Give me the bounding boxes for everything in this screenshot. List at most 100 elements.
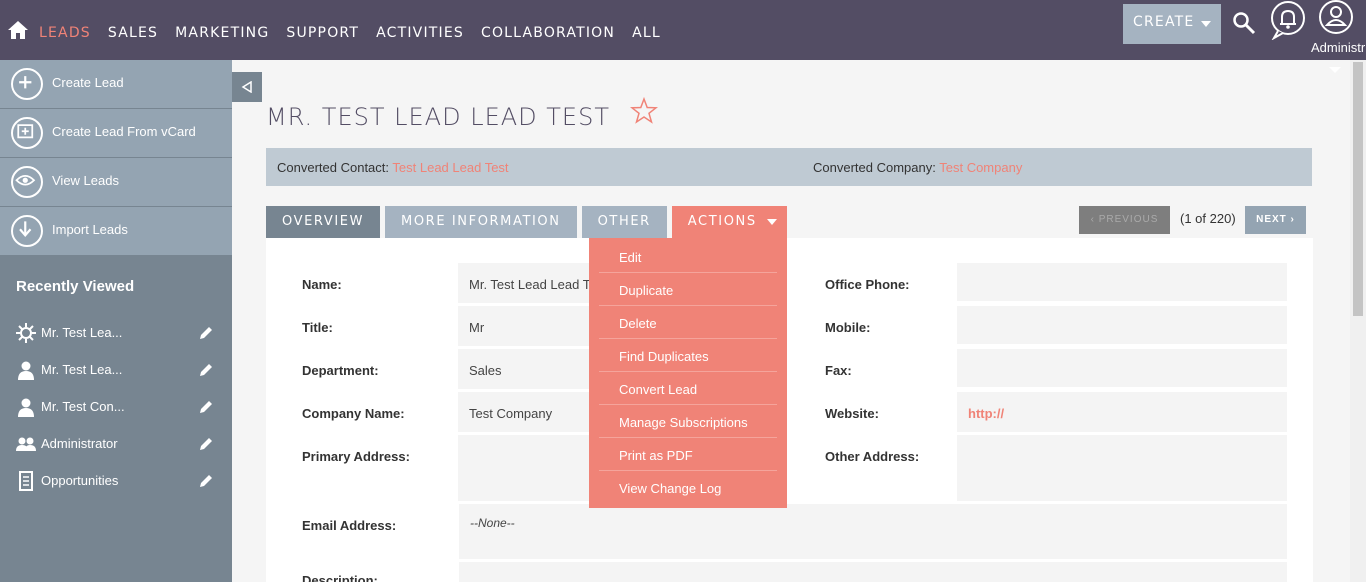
office-phone-label: Office Phone: bbox=[825, 277, 910, 292]
converted-contact-label: Converted Contact: bbox=[277, 160, 390, 175]
recent-item-label: Mr. Test Lea... bbox=[41, 325, 123, 340]
menu-item-duplicate[interactable]: Duplicate bbox=[599, 273, 777, 306]
caret-down-icon bbox=[766, 219, 777, 225]
nav-marketing[interactable]: MARKETING bbox=[175, 24, 269, 42]
plus-circle-icon bbox=[11, 68, 43, 100]
recent-item[interactable]: Opportunities bbox=[0, 465, 232, 502]
edit-pencil-icon[interactable] bbox=[198, 325, 214, 341]
users-icon bbox=[16, 437, 36, 451]
chevron-left-icon: ‹ bbox=[1090, 214, 1099, 225]
recent-item-label: Opportunities bbox=[41, 473, 119, 488]
department-label: Department: bbox=[302, 363, 379, 378]
scrollbar-thumb[interactable] bbox=[1353, 62, 1363, 316]
sidebar: Create Lead Create Lead From vCard View … bbox=[0, 60, 232, 582]
previous-button[interactable]: ‹ PREVIOUS bbox=[1079, 206, 1170, 234]
edit-pencil-icon[interactable] bbox=[198, 473, 214, 489]
nav-leads[interactable]: LEADS bbox=[39, 24, 91, 42]
caret-down-icon bbox=[1329, 67, 1341, 73]
email-address-label: Email Address: bbox=[302, 518, 397, 533]
module-nav: LEADS SALES MARKETING SUPPORT ACTIVITIES… bbox=[39, 24, 678, 42]
search-icon[interactable] bbox=[1232, 11, 1256, 35]
download-icon bbox=[11, 215, 43, 247]
previous-label: PREVIOUS bbox=[1098, 214, 1159, 225]
pager-count: (1 of 220) bbox=[1180, 211, 1236, 226]
tab-overview[interactable]: OVERVIEW bbox=[266, 206, 381, 238]
primary-address-label: Primary Address: bbox=[302, 449, 410, 464]
converted-company-label: Converted Company: bbox=[813, 160, 936, 175]
sidebar-item-import-leads[interactable]: Import Leads bbox=[0, 207, 232, 256]
recent-item-label: Mr. Test Lea... bbox=[41, 362, 123, 377]
notification-bell-icon[interactable] bbox=[1270, 0, 1306, 40]
tab-more-information[interactable]: MORE INFORMATION bbox=[385, 206, 577, 238]
mobile-label: Mobile: bbox=[825, 320, 871, 335]
menu-item-delete[interactable]: Delete bbox=[599, 306, 777, 339]
description-value bbox=[459, 562, 1287, 582]
user-menu-label[interactable]: Administr bbox=[1311, 40, 1365, 55]
user-avatar-icon[interactable] bbox=[1318, 0, 1354, 34]
nav-all[interactable]: ALL bbox=[632, 24, 661, 42]
company-name-label: Company Name: bbox=[302, 406, 405, 421]
page-title: MR. TEST LEAD LEAD TEST bbox=[266, 103, 610, 131]
recent-item[interactable]: Mr. Test Lea... bbox=[0, 317, 232, 354]
recently-viewed-heading: Recently Viewed bbox=[16, 278, 135, 295]
tab-other[interactable]: OTHER bbox=[581, 206, 667, 238]
fax-value bbox=[957, 349, 1287, 387]
recent-item-label: Administrator bbox=[41, 436, 118, 451]
nav-support[interactable]: SUPPORT bbox=[286, 24, 359, 42]
menu-item-print-as-pdf[interactable]: Print as PDF bbox=[599, 438, 777, 471]
nav-sales[interactable]: SALES bbox=[108, 24, 158, 42]
other-address-value bbox=[957, 435, 1287, 501]
menu-item-convert-lead[interactable]: Convert Lead bbox=[599, 372, 777, 405]
nav-activities[interactable]: ACTIVITIES bbox=[376, 24, 464, 42]
recent-item[interactable]: Mr. Test Lea... bbox=[0, 354, 232, 391]
converted-company-link[interactable]: Test Company bbox=[939, 160, 1022, 175]
menu-item-manage-subscriptions[interactable]: Manage Subscriptions bbox=[599, 405, 777, 438]
recent-item[interactable]: Administrator bbox=[0, 428, 232, 465]
edit-pencil-icon[interactable] bbox=[198, 362, 214, 378]
detail-panel: Name: Mr. Test Lead Lead Test Title: Mr … bbox=[266, 238, 1313, 582]
edit-pencil-icon[interactable] bbox=[198, 399, 214, 415]
fax-label: Fax: bbox=[825, 363, 852, 378]
document-icon bbox=[19, 471, 33, 491]
menu-item-edit[interactable]: Edit bbox=[599, 240, 777, 273]
create-label: CREATE bbox=[1133, 14, 1195, 30]
converted-info-bar: Converted Contact: Test Lead Lead Test C… bbox=[266, 148, 1312, 186]
menu-item-find-duplicates[interactable]: Find Duplicates bbox=[599, 339, 777, 372]
converted-contact-link[interactable]: Test Lead Lead Test bbox=[392, 160, 508, 175]
home-icon[interactable] bbox=[7, 19, 29, 41]
name-label: Name: bbox=[302, 277, 342, 292]
sidebar-item-label: Create Lead bbox=[52, 75, 124, 90]
top-navbar: LEADS SALES MARKETING SUPPORT ACTIVITIES… bbox=[0, 0, 1366, 60]
recent-item[interactable]: Mr. Test Con... bbox=[0, 391, 232, 428]
sidebar-actions: Create Lead Create Lead From vCard View … bbox=[0, 60, 232, 256]
company-name-value: Test Company bbox=[458, 392, 608, 432]
sidebar-item-create-lead[interactable]: Create Lead bbox=[0, 60, 232, 109]
create-button[interactable]: CREATE bbox=[1123, 4, 1221, 44]
primary-address-value bbox=[458, 435, 608, 501]
nav-collaboration[interactable]: COLLABORATION bbox=[481, 24, 615, 42]
favorite-star-icon[interactable] bbox=[630, 97, 658, 125]
mobile-value bbox=[957, 306, 1287, 344]
other-address-label: Other Address: bbox=[825, 449, 920, 464]
next-button[interactable]: NEXT › bbox=[1245, 206, 1306, 234]
lead-icon bbox=[16, 323, 36, 343]
name-value: Mr. Test Lead Lead Test bbox=[458, 263, 608, 303]
edit-pencil-icon[interactable] bbox=[198, 436, 214, 452]
menu-item-view-change-log[interactable]: View Change Log bbox=[599, 471, 777, 504]
detail-tabs: OVERVIEW MORE INFORMATION OTHER ACTIONS bbox=[266, 206, 792, 238]
website-link[interactable]: http:// bbox=[957, 392, 1287, 432]
tab-actions[interactable]: ACTIONS bbox=[671, 206, 787, 238]
sidebar-collapse-button[interactable] bbox=[232, 72, 262, 102]
converted-company: Converted Company: Test Company bbox=[813, 160, 1022, 175]
actions-dropdown-menu: Edit Duplicate Delete Find Duplicates Co… bbox=[589, 238, 787, 508]
email-address-value: --None-- bbox=[459, 504, 1287, 559]
recent-item-label: Mr. Test Con... bbox=[41, 399, 125, 414]
next-label: NEXT bbox=[1256, 214, 1287, 225]
sidebar-item-label: Create Lead From vCard bbox=[52, 124, 196, 139]
description-label: Description: bbox=[302, 573, 378, 582]
person-icon bbox=[18, 361, 34, 380]
sidebar-item-view-leads[interactable]: View Leads bbox=[0, 158, 232, 207]
sidebar-item-create-lead-vcard[interactable]: Create Lead From vCard bbox=[0, 109, 232, 158]
department-value: Sales bbox=[458, 349, 608, 389]
sidebar-item-label: Import Leads bbox=[52, 222, 128, 237]
